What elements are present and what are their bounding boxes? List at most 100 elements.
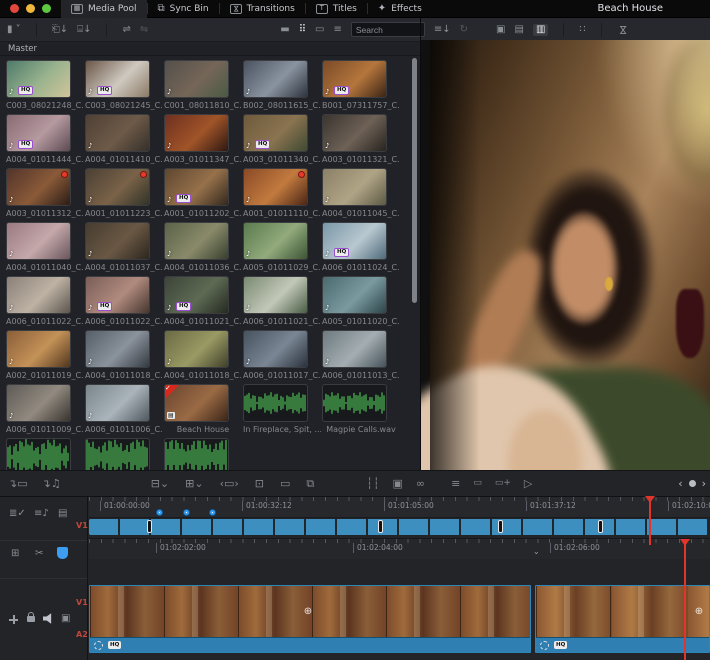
import-folder-icon[interactable]: ⌸↓ <box>77 25 91 35</box>
unlink-media-icon[interactable]: ⇋ <box>140 25 148 35</box>
timeline-options-icon[interactable]: ≣✓ <box>9 509 26 519</box>
media-clip[interactable]: ♪HQA003_01011340_C... <box>243 114 321 164</box>
tab-effects[interactable]: ✦ Effects <box>368 0 432 18</box>
trim-mode-icon[interactable]: ⊞ <box>11 549 19 559</box>
media-clip[interactable]: ♪A004_01011037_C... <box>85 222 163 272</box>
link-clips-icon[interactable]: ∞ <box>416 478 425 489</box>
thumbnail-view-icon[interactable]: ⠿ <box>299 25 306 35</box>
media-clip[interactable]: Magpie Calls.wav <box>322 384 400 434</box>
track-lock-icon[interactable] <box>27 616 35 622</box>
collapse-chevron-icon[interactable]: ⌄ <box>533 547 540 556</box>
media-clip[interactable]: ♪A005_01011020_C... <box>322 276 400 326</box>
poi-icon[interactable]: ▭ <box>473 479 482 488</box>
multicam-icon[interactable]: ∷ <box>579 25 585 35</box>
media-clip[interactable] <box>6 438 84 470</box>
media-clip[interactable]: ♪A001_01011223_C... <box>85 168 163 218</box>
timeline-marker-icon[interactable] <box>183 509 190 516</box>
zoom-window-icon[interactable] <box>42 4 51 13</box>
media-clip[interactable]: ♪A003_01011312_C... <box>6 168 84 218</box>
live-media-icon[interactable]: ▤ <box>514 25 523 35</box>
media-clip[interactable]: ♪A003_01011347_C... <box>164 114 242 164</box>
mini-timeline-clips[interactable] <box>89 519 708 535</box>
media-clip[interactable]: ♪HQC003_08021245_C... <box>85 60 163 110</box>
media-clip[interactable]: ♪HQC003_08021248_C... <box>6 60 84 110</box>
media-clip[interactable]: ♪A003_01011321_C... <box>322 114 400 164</box>
media-clip[interactable]: ♪A004_01011036_C... <box>164 222 242 272</box>
sort-icon[interactable]: ≡↓ <box>434 25 451 35</box>
mini-playhead-handle[interactable] <box>645 496 655 508</box>
audio-trim-icon[interactable]: ≡♪ <box>34 509 49 519</box>
snapping-icon[interactable]: ┆┆ <box>366 478 379 489</box>
filmstrip-view-icon[interactable]: ▬ <box>280 25 289 35</box>
media-clip[interactable]: ♪A004_01011410_C... <box>85 114 163 164</box>
ripple-overwrite-icon[interactable]: ‹▭› <box>220 478 239 489</box>
prev-clip-icon[interactable]: ‹ <box>678 477 682 490</box>
source-overwrite-icon[interactable]: ⊡ <box>255 478 264 489</box>
camera-icon[interactable]: ▤ <box>58 509 67 519</box>
tab-sync-bin[interactable]: ⧉ Sync Bin <box>148 0 219 18</box>
media-clip[interactable]: ♪HQA004_01011444_C... <box>6 114 84 164</box>
poi-add-icon[interactable]: ▭+ <box>495 479 511 488</box>
replace-clip-icon[interactable]: ⧉ <box>306 478 314 489</box>
track-monitor-icon[interactable]: ▣ <box>61 614 70 624</box>
media-clip[interactable]: ♪A006_01011021_C... <box>243 276 321 326</box>
main-playhead-handle[interactable] <box>680 539 690 551</box>
media-clip[interactable]: ♪A005_01011029_C... <box>243 222 321 272</box>
insert-with-audio-icon[interactable]: ↴♫ <box>42 478 61 489</box>
search-input[interactable] <box>351 22 425 37</box>
safe-trim-shield-icon[interactable] <box>57 547 68 559</box>
transition-preview-icon[interactable]: ⋈ <box>617 25 627 35</box>
media-clip[interactable]: ♪A004_01011018_C... <box>164 330 242 380</box>
media-pool-scrollbar[interactable] <box>412 58 417 468</box>
tab-transitions[interactable]: ⋈ Transitions <box>220 0 305 18</box>
media-clip[interactable]: ♪A006_01011022_C... <box>6 276 84 326</box>
media-clip[interactable]: ♪A004_01011040_C... <box>6 222 84 272</box>
close-window-icon[interactable] <box>10 4 19 13</box>
timeline-marker-icon[interactable] <box>209 509 216 516</box>
marker-icon[interactable]: ▣ <box>393 478 403 489</box>
import-media-icon[interactable]: ⎗↓ <box>52 25 68 35</box>
relink-media-icon[interactable]: ⇌ <box>122 25 130 35</box>
mini-timeline-ruler[interactable]: 01:00:00:0001:00:32:1201:01:05:0001:01:3… <box>89 497 710 518</box>
media-clip[interactable]: ♪C001_08011810_C... <box>164 60 242 110</box>
media-clip[interactable]: ♪HQA004_01011021_C... <box>164 276 242 326</box>
media-clip[interactable]: ♪A006_01011006_C... <box>85 384 163 434</box>
media-clip[interactable]: ♪A001_01011110_C... <box>243 168 321 218</box>
source-tape-icon[interactable]: ▥ <box>533 24 548 36</box>
main-playhead[interactable] <box>684 540 686 660</box>
timeline-clip[interactable]: ⊕ HQ <box>89 585 531 653</box>
media-clip[interactable]: ♪B002_08011615_C... <box>243 60 321 110</box>
media-clip[interactable]: ♪A004_01011018_C... <box>85 330 163 380</box>
viewer-image[interactable] <box>430 40 710 470</box>
minimize-window-icon[interactable] <box>26 4 35 13</box>
overwrite-icon[interactable]: ▭ <box>280 478 290 489</box>
media-clip[interactable]: ♪HQB001_07311757_C... <box>322 60 400 110</box>
media-clip[interactable] <box>85 438 163 470</box>
tab-media-pool[interactable]: ▦ Media Pool <box>61 0 147 18</box>
media-clip[interactable]: ♪A006_01011013_C... <box>322 330 400 380</box>
media-clip[interactable] <box>164 438 242 470</box>
track-move-icon[interactable] <box>9 615 18 624</box>
media-clip[interactable]: In Fireplace, Spit, ... <box>243 384 321 434</box>
smart-insert-icon[interactable]: ⊟⌄ <box>151 478 169 489</box>
media-clip[interactable]: ♪HQA006_01011024_C... <box>322 222 400 272</box>
media-clip[interactable]: ♪A002_01011019_C... <box>6 330 84 380</box>
refresh-icon[interactable]: ↻ <box>460 25 468 35</box>
media-clip[interactable]: ♪A006_01011009_C... <box>6 384 84 434</box>
mixer-icon[interactable]: ≡ <box>451 478 460 489</box>
media-clip[interactable]: ▤Beach House <box>164 384 242 434</box>
bin-name[interactable]: Master <box>8 44 37 54</box>
media-clip[interactable]: ♪HQA006_01011022_C... <box>85 276 163 326</box>
main-timeline-ruler[interactable]: ⌄ 01:02:02:0001:02:04:0001:02:06:00 <box>89 538 710 559</box>
razor-icon[interactable]: ✂ <box>35 549 43 559</box>
tab-titles[interactable]: T Titles <box>306 0 367 18</box>
media-clip[interactable]: ♪A004_01011045_C... <box>322 168 400 218</box>
bin-list-toggle-icon[interactable]: ▮ ˅ <box>7 25 21 35</box>
append-icon[interactable]: ⊞⌄ <box>185 478 203 489</box>
next-clip-icon[interactable]: › <box>702 477 706 490</box>
record-dot-icon[interactable] <box>689 480 696 487</box>
insert-clip-icon[interactable]: ↴▭ <box>8 478 28 489</box>
preview-view-icon[interactable]: ▭ <box>315 25 324 35</box>
list-view-icon[interactable]: ≡ <box>333 25 341 35</box>
play-clip-icon[interactable]: ▷ <box>524 478 532 489</box>
